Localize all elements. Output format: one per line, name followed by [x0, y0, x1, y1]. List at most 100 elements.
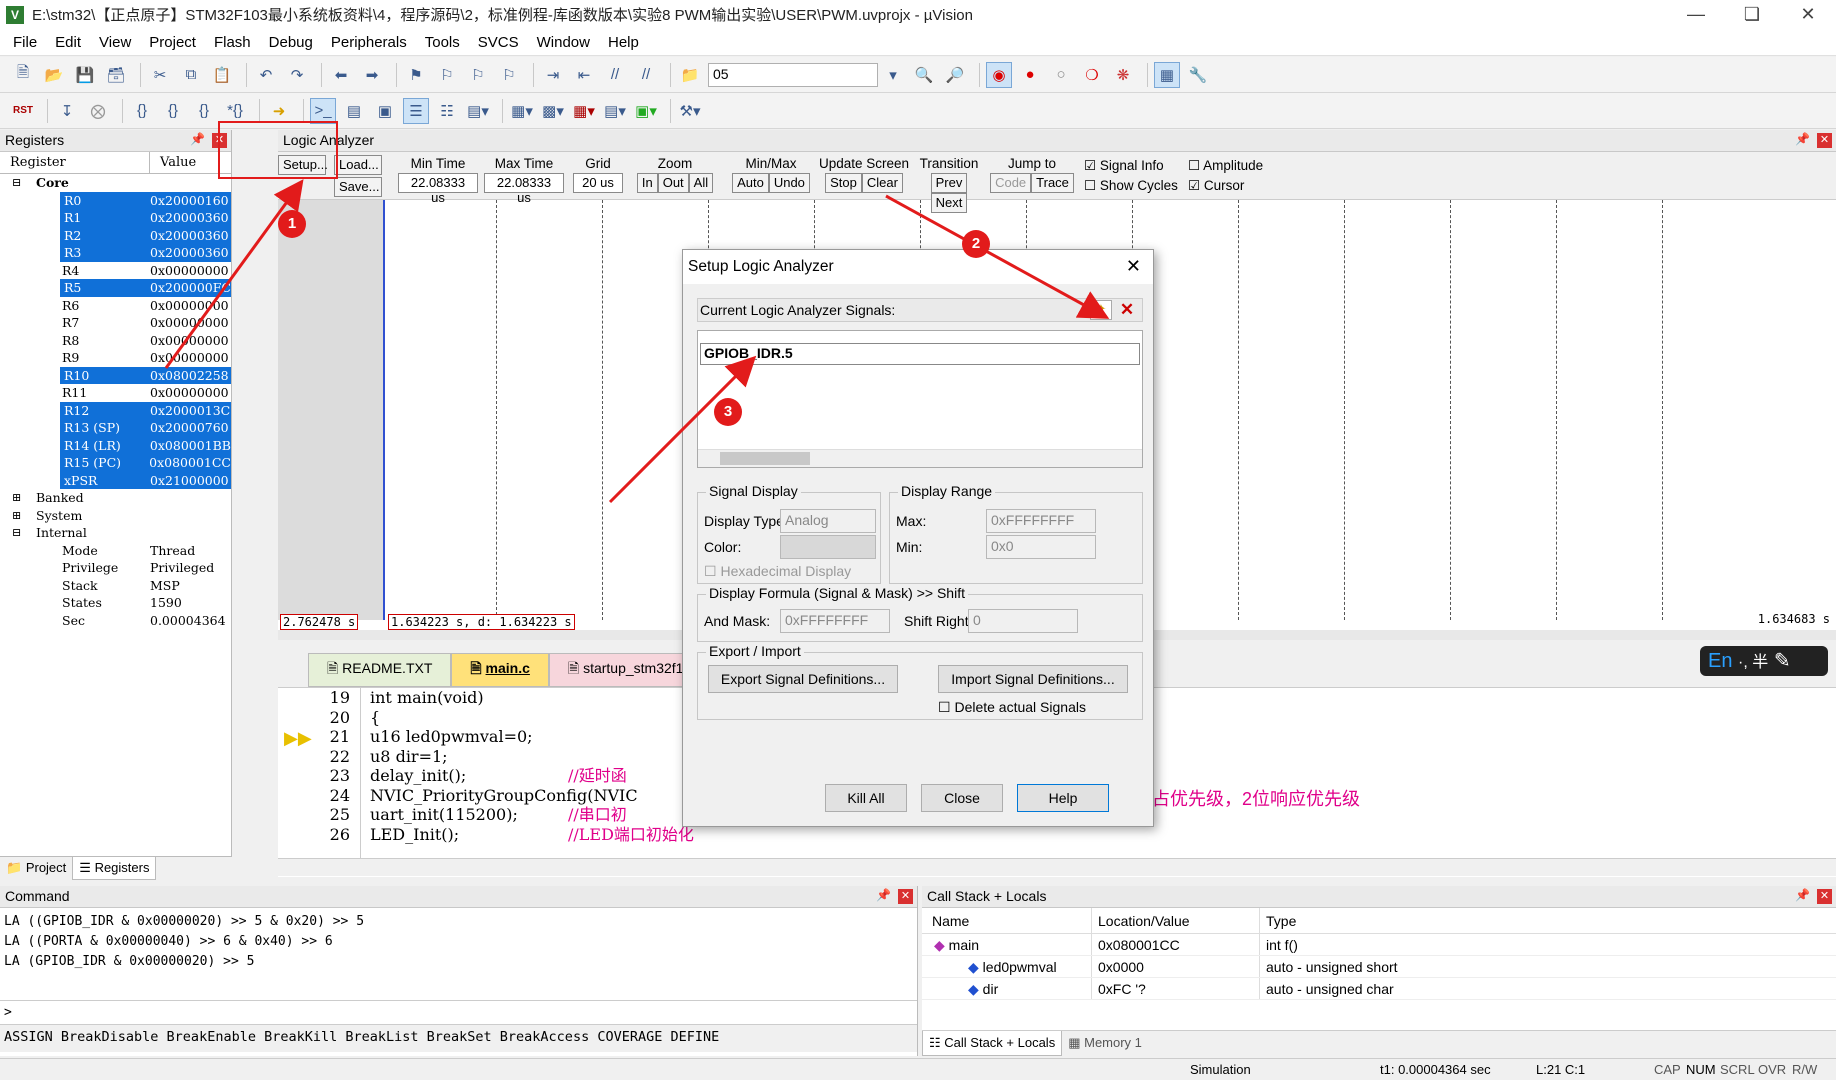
- kill-all-button[interactable]: Kill All: [825, 784, 907, 812]
- run-to-cursor-icon[interactable]: *{}: [222, 98, 248, 124]
- stop-icon[interactable]: ⨂: [85, 98, 111, 124]
- open-file-icon[interactable]: 📂: [41, 62, 67, 88]
- comment-icon[interactable]: //: [602, 62, 628, 88]
- code-line[interactable]: 22 u8 dir=1;: [278, 747, 694, 767]
- register-row[interactable]: R1 0x20000360: [0, 209, 231, 227]
- new-file-icon[interactable]: 🗎: [10, 62, 36, 88]
- expand-icon[interactable]: ⊞: [12, 489, 21, 507]
- code-line[interactable]: 25 uart_init(115200); //串口初: [278, 805, 694, 825]
- close-button[interactable]: Close: [921, 784, 1003, 812]
- new-signal-icon[interactable]: ✦: [1090, 300, 1112, 320]
- save-icon[interactable]: 💾: [72, 62, 98, 88]
- step-over-icon[interactable]: {}: [160, 98, 186, 124]
- col-register[interactable]: Register: [0, 152, 150, 173]
- save-button[interactable]: Save...: [334, 177, 382, 197]
- col-name[interactable]: Name: [922, 908, 1092, 933]
- step-out-icon[interactable]: {}: [191, 98, 217, 124]
- register-value[interactable]: 0x080001BB: [149, 436, 231, 454]
- tree-core[interactable]: Core ⊟: [0, 174, 231, 192]
- tab-memory-1[interactable]: ▦ Memory 1: [1062, 1031, 1148, 1056]
- system-viewer-icon[interactable]: ▣▾: [633, 98, 659, 124]
- register-row[interactable]: R8 0x00000000: [0, 332, 231, 350]
- close-icon[interactable]: ✕: [1817, 133, 1832, 148]
- close-icon[interactable]: ✕: [1817, 889, 1832, 904]
- enable-breakpoint-icon[interactable]: ○: [1048, 62, 1074, 88]
- cursor-option[interactable]: ☑ Cursor: [1188, 178, 1244, 194]
- tab-project[interactable]: 📁 Project: [0, 857, 72, 880]
- ime-indicator[interactable]: En ·, 半 ✎: [1700, 646, 1828, 676]
- register-row[interactable]: R13 (SP) 0x20000760: [0, 419, 231, 437]
- code-line[interactable]: 21 u16 led0pwmval=0;: [278, 727, 694, 747]
- register-value[interactable]: 0x20000160: [150, 191, 231, 209]
- signal-name-column[interactable]: [278, 200, 385, 620]
- call-stack-row[interactable]: ◆ main 0x080001CC int f(): [922, 934, 1836, 956]
- call-stack-window-icon[interactable]: ☷: [434, 98, 460, 124]
- code-line[interactable]: 24 NVIC_PriorityGroupConfig(NVIC: [278, 786, 694, 806]
- clear-button[interactable]: Clear: [861, 173, 903, 193]
- tab-main-c[interactable]: 🗎 main.c: [451, 653, 549, 687]
- menu-edit[interactable]: Edit: [46, 34, 90, 51]
- toolbox-icon[interactable]: ⚒▾: [677, 98, 703, 124]
- register-value[interactable]: 0x21000000: [150, 471, 231, 489]
- run-icon[interactable]: ↧: [54, 98, 80, 124]
- col-type[interactable]: Type: [1260, 908, 1420, 933]
- find-icon[interactable]: 🔍: [911, 62, 937, 88]
- prev-button[interactable]: Prev: [930, 173, 968, 193]
- register-row[interactable]: Sec 0.00004364: [0, 612, 231, 630]
- combo-dropdown-icon[interactable]: ▾: [880, 62, 906, 88]
- unindent-icon[interactable]: ⇤: [571, 62, 597, 88]
- cut-icon[interactable]: ✂: [147, 62, 173, 88]
- register-row[interactable]: R4 0x00000000: [0, 262, 231, 280]
- code-line[interactable]: 26 LED_Init(); //LED端口初始化: [278, 825, 694, 845]
- register-value[interactable]: 0x080001CC: [149, 454, 231, 472]
- memory-window-icon[interactable]: ▦▾: [509, 98, 535, 124]
- bookmark-prev-icon[interactable]: ⚐: [434, 62, 460, 88]
- bookmark-clear-icon[interactable]: ⚐: [496, 62, 522, 88]
- register-value[interactable]: 0x08002258: [150, 366, 231, 384]
- symbols-window-icon[interactable]: ▣: [372, 98, 398, 124]
- close-icon[interactable]: ✕: [898, 889, 913, 904]
- help-button[interactable]: Help: [1017, 784, 1109, 812]
- register-row[interactable]: R3 0x20000360: [0, 244, 231, 262]
- collapse-icon[interactable]: ⊟: [12, 524, 21, 542]
- hex-display-option[interactable]: ☐ Hexadecimal Display: [704, 563, 851, 580]
- color-picker[interactable]: [780, 535, 876, 559]
- tree-banked[interactable]: ⊞ Banked: [0, 489, 231, 507]
- undo-button[interactable]: Undo: [768, 173, 810, 193]
- reset-icon[interactable]: RST: [10, 98, 36, 124]
- scroll-thumb[interactable]: [720, 452, 810, 465]
- copy-icon[interactable]: ⧉: [178, 62, 204, 88]
- register-row[interactable]: R6 0x00000000: [0, 297, 231, 315]
- menu-svcs[interactable]: SVCS: [469, 34, 528, 51]
- menu-window[interactable]: Window: [528, 34, 599, 51]
- code-line[interactable]: 23 delay_init(); //延时函: [278, 766, 694, 786]
- kill-breakpoints-icon[interactable]: ❋: [1110, 62, 1136, 88]
- menu-help[interactable]: Help: [599, 34, 648, 51]
- register-value[interactable]: 0x00000000: [150, 349, 231, 367]
- command-window-icon[interactable]: >_: [310, 97, 336, 124]
- register-row[interactable]: R7 0x00000000: [0, 314, 231, 332]
- call-stack-row[interactable]: ◆ led0pwmval 0x0000 auto - unsigned short: [922, 956, 1836, 978]
- delete-signal-icon[interactable]: ✕: [1116, 300, 1138, 320]
- import-signals-button[interactable]: Import Signal Definitions...: [938, 665, 1128, 693]
- signals-list[interactable]: GPIOB_IDR.5: [697, 330, 1143, 468]
- register-row[interactable]: Privilege Privileged: [0, 559, 231, 577]
- register-value[interactable]: 0x200000FC: [150, 279, 231, 297]
- insert-breakpoint-icon[interactable]: ●: [1017, 62, 1043, 88]
- register-value[interactable]: 0x00000000: [150, 262, 231, 280]
- amplitude-option[interactable]: ☐ Amplitude: [1188, 158, 1263, 174]
- tree-internal[interactable]: ⊟ Internal: [0, 524, 231, 542]
- watch-window-icon[interactable]: ▤▾: [465, 98, 491, 124]
- debug-session-icon[interactable]: ◉: [986, 61, 1012, 88]
- pin-icon[interactable]: 📌: [1795, 132, 1810, 146]
- menu-file[interactable]: File: [4, 34, 46, 51]
- indent-icon[interactable]: ⇥: [540, 62, 566, 88]
- max-field[interactable]: 0xFFFFFFFF: [986, 509, 1096, 533]
- menu-debug[interactable]: Debug: [260, 34, 322, 51]
- register-row[interactable]: R0 0x20000160: [0, 191, 231, 209]
- bookmark-icon[interactable]: ⚑: [403, 62, 429, 88]
- register-row[interactable]: R15 (PC) 0x080001CC: [0, 454, 231, 472]
- register-value[interactable]: 0x20000360: [150, 226, 231, 244]
- show-cycles-option[interactable]: ☐ Show Cycles: [1084, 178, 1178, 194]
- show-next-statement-icon[interactable]: ➜: [266, 98, 292, 124]
